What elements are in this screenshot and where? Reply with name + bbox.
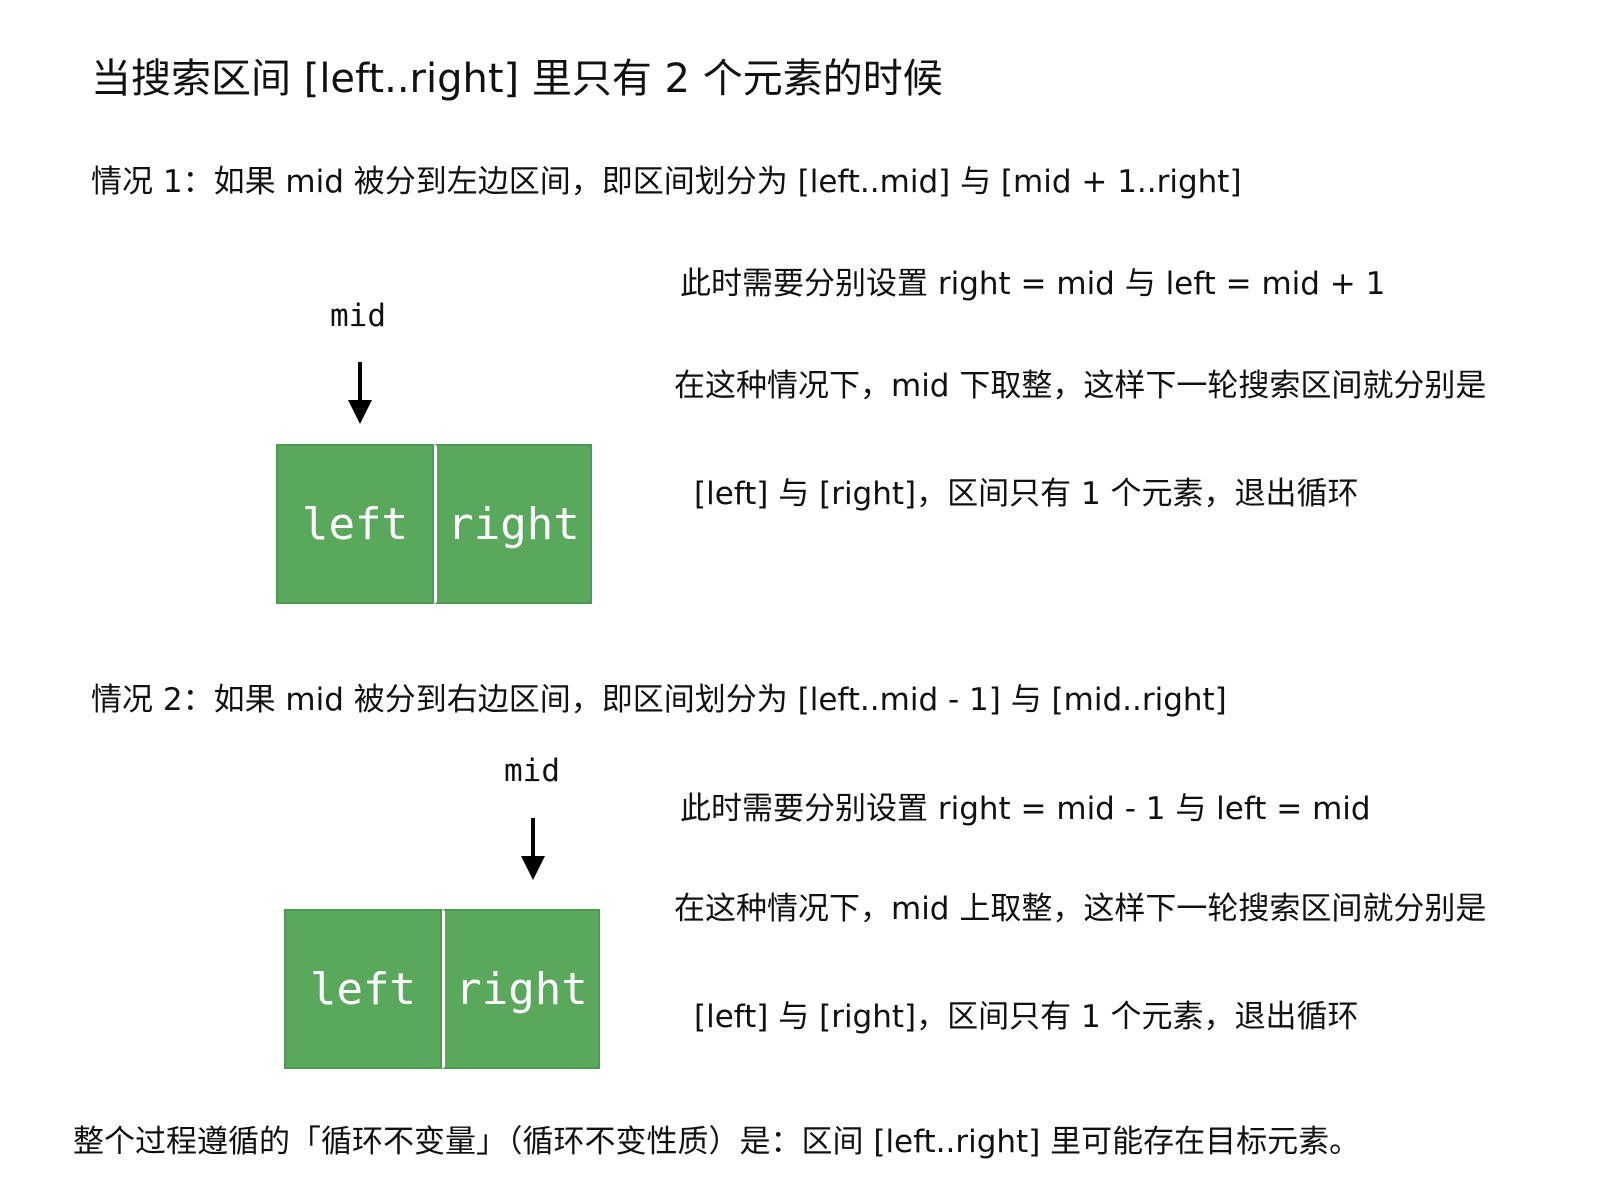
case2-heading: 情况 2：如果 mid 被分到右边区间，即区间划分为 [left..mid - … xyxy=(91,682,1227,718)
case1-mid-label: mid xyxy=(330,298,386,334)
case1-mid-arrow-icon xyxy=(348,362,372,424)
case2-note-assignment: 此时需要分别设置 right = mid - 1 与 left = mid xyxy=(680,791,1371,827)
case1-note-rounding: 在这种情况下，mid 下取整，这样下一轮搜索区间就分别是 xyxy=(674,368,1487,404)
case1-cell-right: right xyxy=(434,444,592,604)
case1-cell-left: left xyxy=(276,444,434,604)
case2-mid-label: mid xyxy=(504,753,560,789)
case2-mid-arrow-icon xyxy=(521,818,545,880)
case2-interval-cells: left right xyxy=(284,909,600,1069)
page-title: 当搜索区间 [left..right] 里只有 2 个元素的时候 xyxy=(91,56,943,102)
case2-note-result: [left] 与 [right]，区间只有 1 个元素，退出循环 xyxy=(694,999,1359,1035)
invariant-footer: 整个过程遵循的「循环不变量」（循环不变性质）是：区间 [left..right]… xyxy=(73,1124,1361,1160)
case2-note-rounding: 在这种情况下，mid 上取整，这样下一轮搜索区间就分别是 xyxy=(674,891,1487,927)
case1-heading: 情况 1：如果 mid 被分到左边区间，即区间划分为 [left..mid] 与… xyxy=(91,164,1242,200)
case1-note-assignment: 此时需要分别设置 right = mid 与 left = mid + 1 xyxy=(680,266,1386,302)
case2-cell-right: right xyxy=(442,909,600,1069)
case1-interval-cells: left right xyxy=(276,444,592,604)
case2-cell-left: left xyxy=(284,909,442,1069)
case1-note-result: [left] 与 [right]，区间只有 1 个元素，退出循环 xyxy=(694,476,1359,512)
